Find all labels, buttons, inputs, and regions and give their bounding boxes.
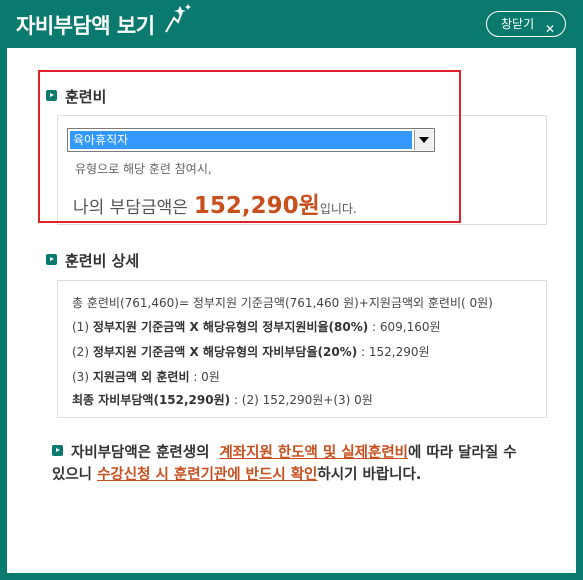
bullet-arrow-icon: [46, 254, 57, 265]
detail-line-2-value: : 152,290원: [357, 345, 430, 359]
detail-line-2: (2) 정부지원 기준금액 X 해당유형의 자비부담율(20%) : 152,2…: [72, 343, 430, 360]
detail-line-final: 최종 자비부담액(152,290원) : (2) 152,290원+(3) 0원: [72, 391, 373, 408]
notice-highlight-2: 수강신청 시 훈련기관에 반드시 확인: [97, 467, 318, 483]
detail-line-3-value: : 0원: [189, 370, 220, 384]
highlight-frame: [38, 70, 461, 223]
notice-part-1: 자비부담액은 훈련생의: [71, 445, 210, 461]
notice-text: 자비부담액은 훈련생의 계좌지원 한도액 및 실제훈련비에 따라 달라질 수 있으…: [52, 442, 532, 486]
page-title: 자비부담액 보기: [16, 14, 155, 38]
detail-line-3: (3) 지원금액 외 훈련비 : 0원: [72, 368, 220, 385]
detail-final-label: 최종 자비부담액(152,290원): [72, 393, 231, 407]
detail-line-1-value: : 609,160원: [368, 320, 441, 334]
notice-highlight-1: 계좌지원 한도액 및 실제훈련비: [219, 445, 409, 461]
detail-line-total: 총 훈련비(761,460)= 정부지원 기준금액(761,460 원)+지원금…: [72, 296, 493, 310]
sparkle-figure-icon: [165, 4, 191, 33]
content-panel: 훈련비 육아휴직자 유형으로 해당 훈련 참여시, 나의 부담금액은 152,29…: [7, 48, 576, 573]
details-heading: 훈련비 상세: [46, 250, 139, 271]
detail-line-2-formula: 정부지원 기준금액 X 해당유형의 자비부담율(20%): [92, 345, 358, 359]
detail-line-1-prefix: (1): [72, 320, 93, 334]
header-bar: 자비부담액 보기 창닫기 ✕: [0, 0, 583, 48]
detail-line-2-prefix: (2): [72, 345, 93, 359]
close-icon: ✕: [544, 22, 555, 36]
detail-line-1-formula: 정부지원 기준금액 X 해당유형의 정부지원비율(80%): [92, 320, 369, 334]
detail-line-3-formula: 지원금액 외 훈련비: [92, 370, 190, 384]
bullet-arrow-icon: [52, 445, 63, 456]
notice-part-3: 하시기 바랍니다.: [317, 467, 422, 483]
close-button-label: 창닫기: [501, 17, 535, 31]
detail-line-1: (1) 정부지원 기준금액 X 해당유형의 정부지원비율(80%) : 609,…: [72, 318, 441, 335]
detail-final-value: : (2) 152,290원+(3) 0원: [230, 393, 373, 407]
details-heading-text: 훈련비 상세: [65, 252, 140, 270]
detail-line-3-prefix: (3): [72, 370, 93, 384]
close-window-button[interactable]: 창닫기 ✕: [486, 11, 566, 37]
